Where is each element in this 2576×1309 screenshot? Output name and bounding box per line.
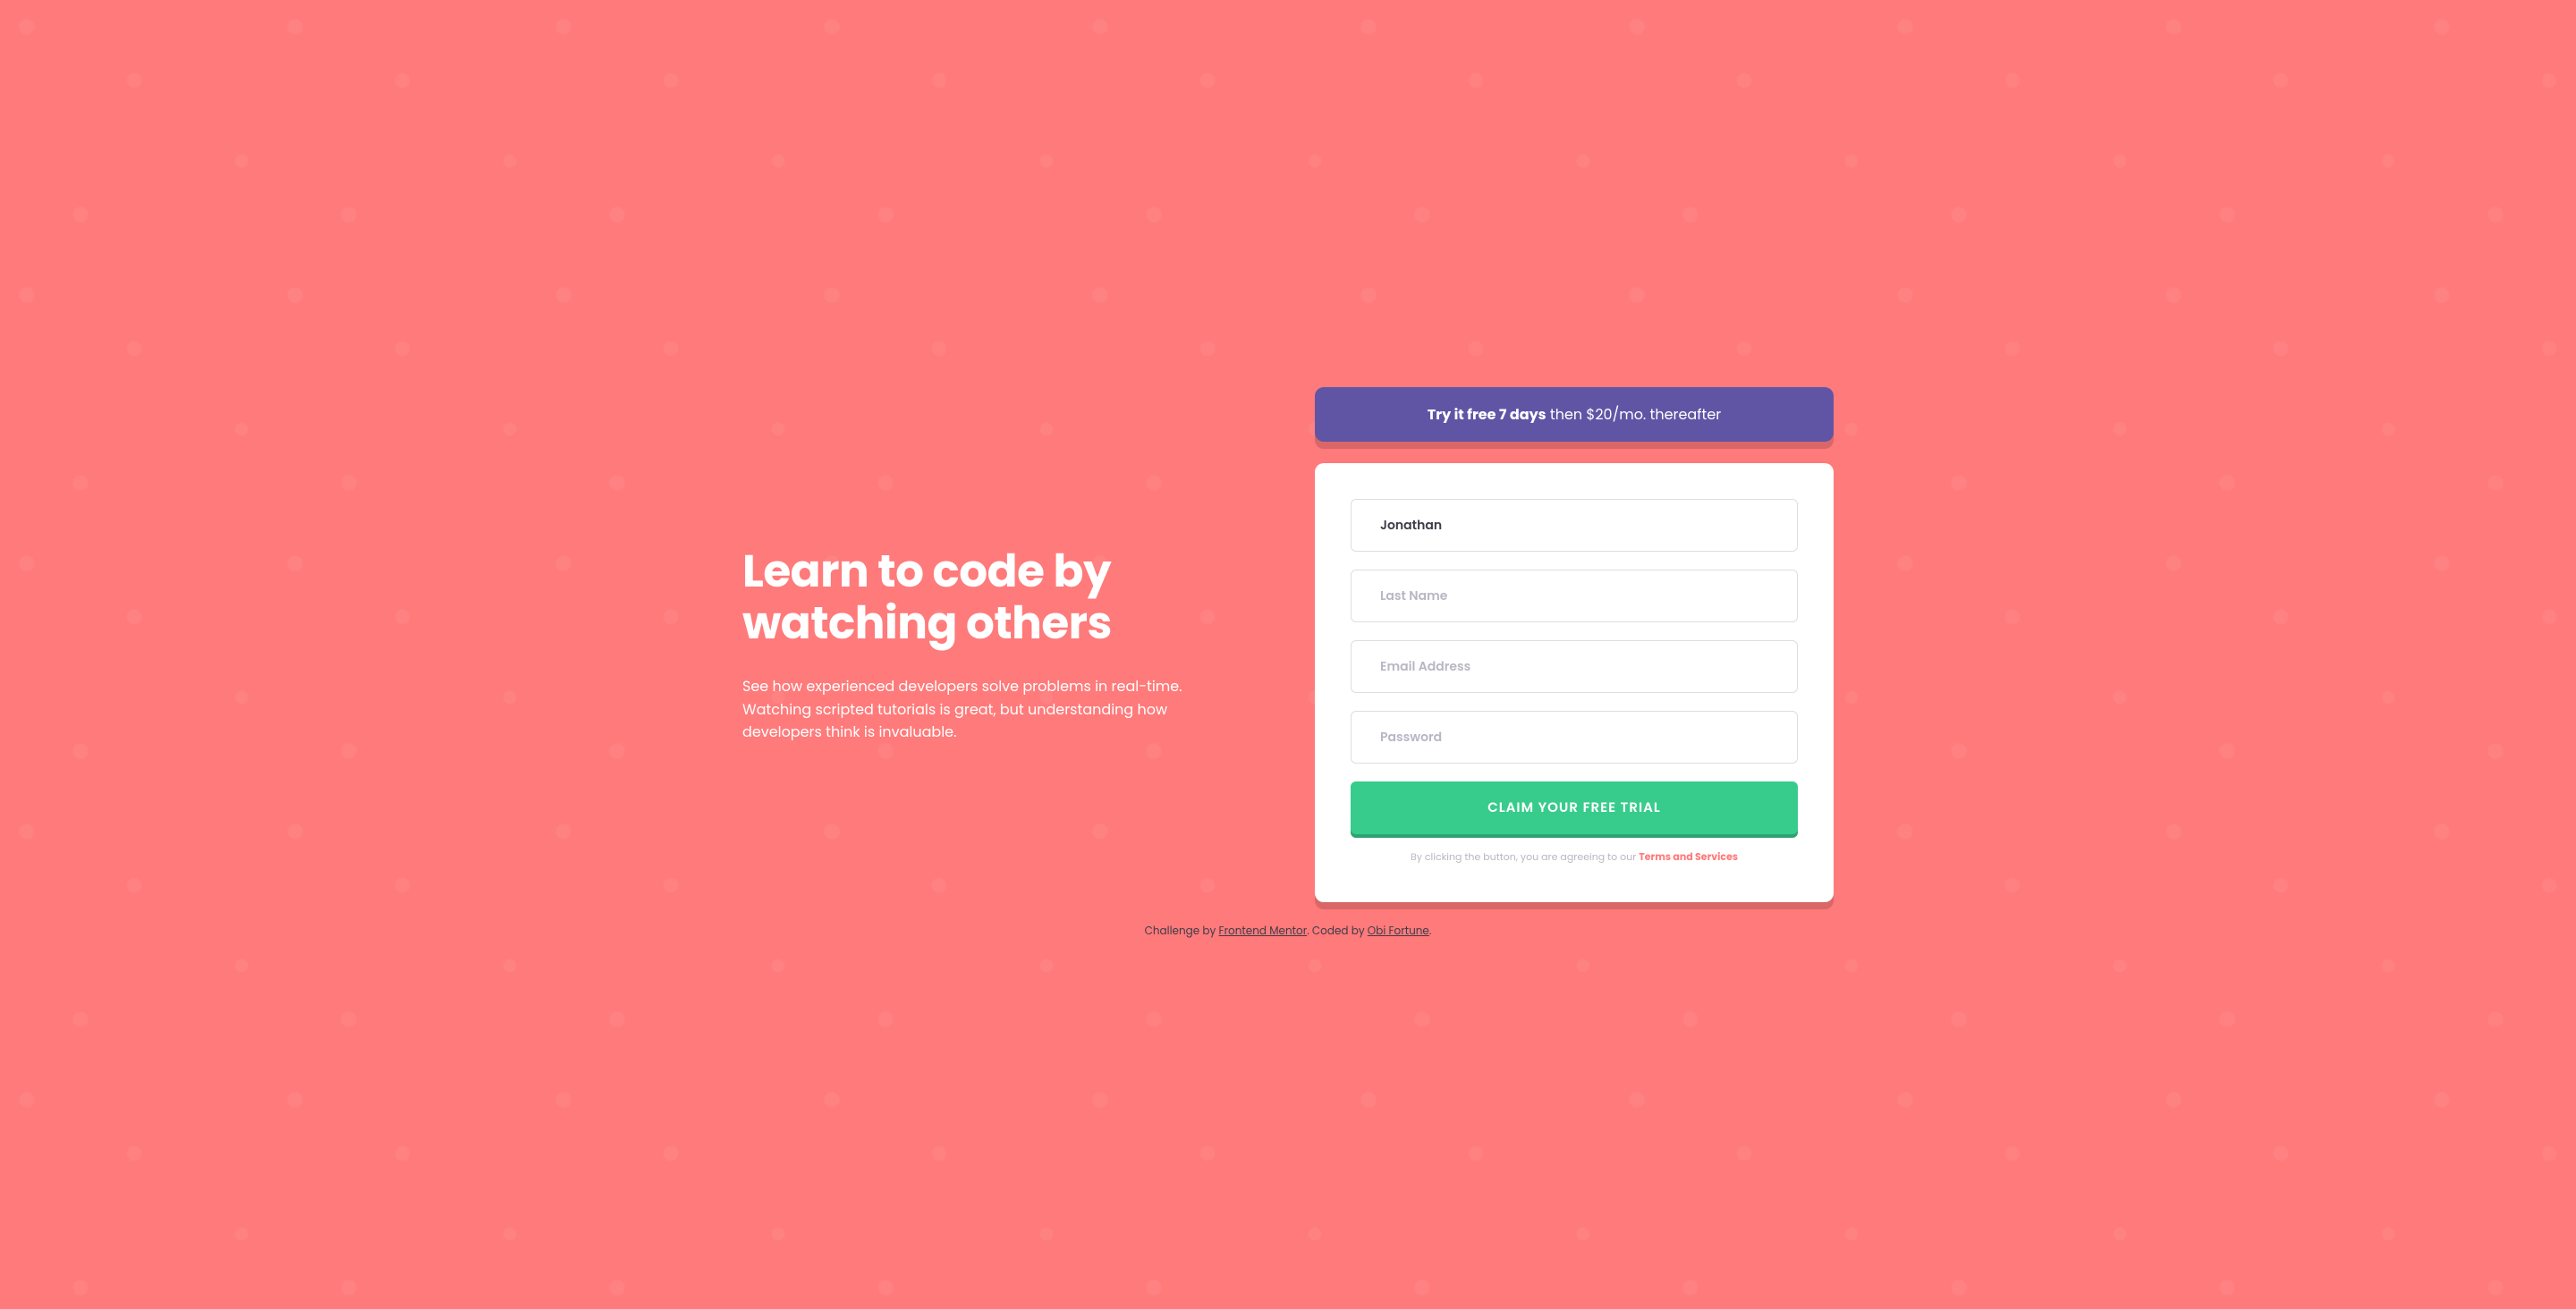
first-name-input[interactable]	[1351, 499, 1798, 552]
trial-banner-light: then $20/mo. thereafter	[1546, 404, 1722, 425]
attribution-coded-prefix: . Coded by	[1307, 924, 1368, 939]
signup-form: CLAIM YOUR FREE TRIAL By clicking the bu…	[1315, 463, 1834, 902]
terms-link[interactable]: Terms and Services	[1639, 849, 1738, 864]
terms-prefix: By clicking the button, you are agreeing…	[1411, 849, 1639, 864]
attribution-coded-link[interactable]: Obi Fortune	[1368, 924, 1429, 939]
password-input[interactable]	[1351, 711, 1798, 764]
trial-banner-bold: Try it free 7 days	[1428, 404, 1546, 425]
hero-description: See how experienced developers solve pro…	[742, 675, 1225, 744]
main-container: Learn to code by watching others See how…	[742, 387, 1834, 902]
hero-title: Learn to code by watching others	[742, 545, 1261, 648]
trial-banner: Try it free 7 days then $20/mo. thereaft…	[1315, 387, 1834, 442]
hero-section: Learn to code by watching others See how…	[742, 545, 1261, 744]
attribution-challenge-prefix: Challenge by	[1145, 924, 1219, 939]
submit-button[interactable]: CLAIM YOUR FREE TRIAL	[1351, 781, 1798, 834]
terms-text: By clicking the button, you are agreeing…	[1351, 849, 1798, 866]
email-input[interactable]	[1351, 640, 1798, 693]
attribution-challenge-link[interactable]: Frontend Mentor	[1219, 924, 1308, 939]
attribution: Challenge by Frontend Mentor. Coded by O…	[1145, 924, 1432, 940]
attribution-suffix: .	[1429, 924, 1432, 939]
signup-section: Try it free 7 days then $20/mo. thereaft…	[1315, 387, 1834, 902]
last-name-input[interactable]	[1351, 570, 1798, 622]
